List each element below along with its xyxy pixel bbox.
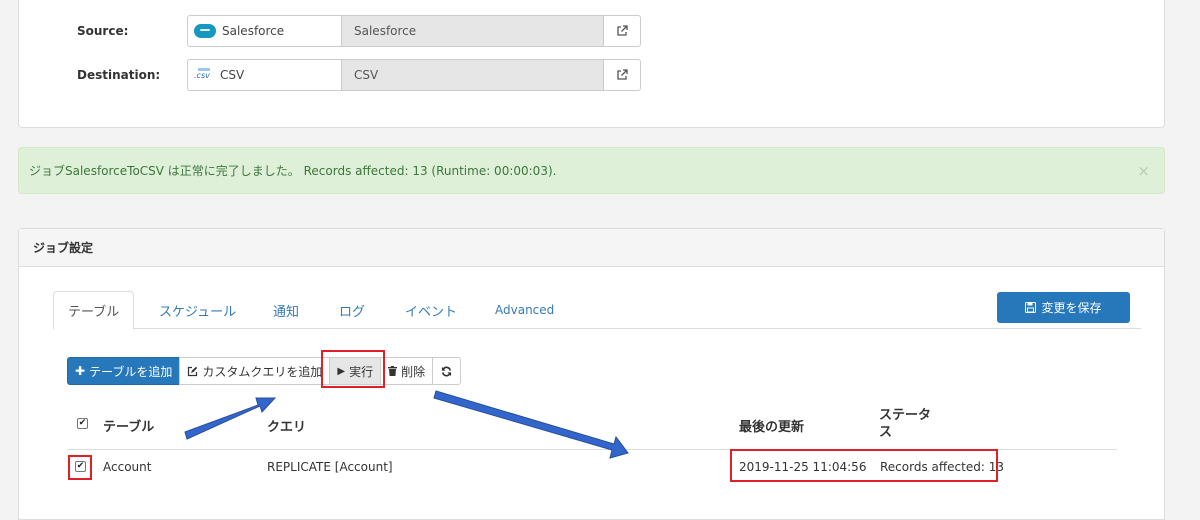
annotation-arrow-1: [184, 397, 277, 440]
annotation-arrows: [184, 390, 629, 459]
annotation-arrow-2: [433, 390, 629, 459]
